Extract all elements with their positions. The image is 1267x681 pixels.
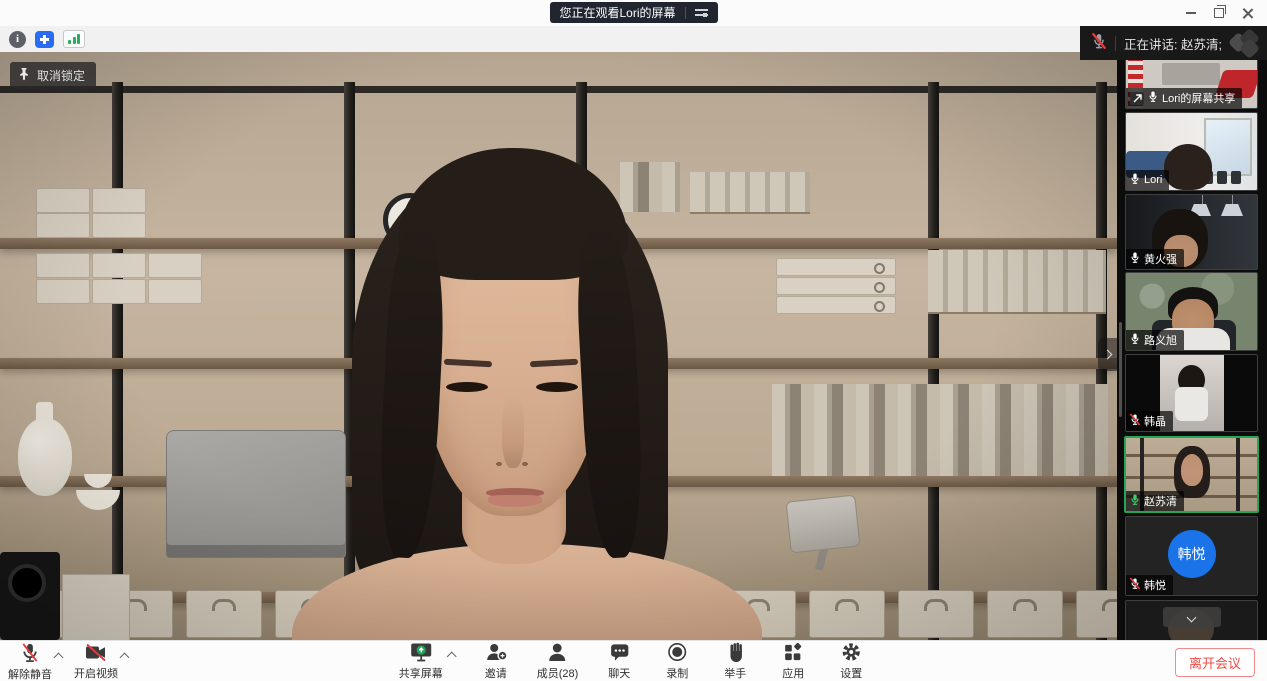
apps-grid-icon (783, 642, 803, 667)
invite-person-icon (485, 642, 507, 667)
participant-thumb-partial[interactable] (1125, 600, 1258, 640)
chat-label: 聊天 (608, 668, 630, 680)
share-screen-label: 共享屏幕 (399, 668, 443, 680)
app-logo-watermark (1229, 28, 1263, 58)
participants-sidebar: Lori的屏幕共享 Lori 黄火强 (1117, 52, 1267, 640)
minimize-button[interactable] (1177, 0, 1205, 26)
participant-thumb-huanghuoqiang[interactable]: 黄火强 (1125, 194, 1258, 270)
banner-menu-icon[interactable] (695, 8, 708, 18)
screen-share-icon (1130, 92, 1144, 105)
pin-icon (18, 67, 30, 84)
share-options-caret[interactable] (446, 651, 456, 661)
leave-meeting-button[interactable]: 离开会议 (1175, 648, 1255, 677)
scroll-down-button[interactable] (1163, 607, 1221, 627)
gear-icon (841, 642, 861, 667)
camera-off-icon (85, 643, 107, 667)
record-button[interactable]: 录制 (660, 642, 694, 680)
sidebar-collapse-tab[interactable] (1098, 338, 1117, 371)
mic-status-icon (1130, 332, 1140, 348)
main-video[interactable]: 取消锁定 (0, 52, 1117, 640)
camera-prop (0, 552, 60, 640)
participant-name: Lori (1144, 174, 1162, 186)
self-mic-muted-icon (1092, 33, 1106, 54)
participant-name: 韩晶 (1144, 413, 1166, 429)
video-preview (1126, 601, 1257, 640)
record-label: 录制 (666, 668, 688, 680)
speaking-now-label: 正在讲话: 赵苏清; (1124, 34, 1222, 53)
settings-button[interactable]: 设置 (834, 642, 868, 680)
unmute-button[interactable]: 解除静音 (8, 642, 52, 681)
settings-label: 设置 (840, 668, 862, 680)
mic-options-caret[interactable] (54, 653, 64, 663)
sidebar-scrollbar[interactable] (1119, 322, 1122, 417)
invite-button[interactable]: 邀请 (479, 642, 513, 680)
chevron-right-icon (1103, 350, 1113, 360)
mic-status-icon (1130, 172, 1140, 188)
raise-hand-button[interactable]: 举手 (718, 642, 752, 680)
close-icon (1242, 8, 1252, 18)
mic-muted-icon (1130, 577, 1140, 593)
restore-icon (1214, 8, 1224, 18)
network-signal-icon[interactable] (63, 30, 85, 48)
apps-button[interactable]: 应用 (776, 642, 810, 680)
mic-status-icon (1148, 90, 1158, 106)
participant-thumb-screen-share[interactable]: Lori的屏幕共享 (1125, 55, 1258, 109)
laptop-prop (166, 430, 346, 558)
members-person-icon (547, 642, 569, 667)
participant-thumb-hanjing[interactable]: 韩晶 (1125, 354, 1258, 432)
participant-thumb-luyixu[interactable]: 路义旭 (1125, 272, 1258, 351)
chat-button[interactable]: 聊天 (602, 642, 636, 680)
speaker-bar-divider (1115, 36, 1116, 51)
window-titlebar: 您正在观看Lori的屏幕 (0, 0, 1267, 27)
unpin-label: 取消锁定 (37, 67, 85, 84)
start-video-label: 开启视频 (74, 668, 118, 680)
meeting-info-bar: i (0, 26, 1267, 53)
restore-button[interactable] (1205, 0, 1233, 26)
mic-status-icon (1130, 251, 1140, 267)
share-screen-button[interactable]: 共享屏幕 (399, 642, 443, 680)
minimize-icon (1186, 12, 1196, 14)
raise-hand-label: 举手 (724, 668, 746, 680)
apps-label: 应用 (782, 668, 804, 680)
avatar: 韩悦 (1168, 530, 1216, 578)
mic-muted-icon (20, 642, 40, 668)
share-screen-icon (410, 642, 432, 667)
start-video-button[interactable]: 开启视频 (74, 643, 118, 680)
members-label: 成员(28) (537, 668, 579, 680)
tablet-prop (785, 494, 860, 553)
close-button[interactable] (1233, 0, 1261, 26)
unmute-label: 解除静音 (8, 669, 52, 681)
meeting-info-icon[interactable]: i (9, 31, 26, 48)
members-button[interactable]: 成员(28) (537, 642, 579, 680)
participant-name: 黄火强 (1144, 251, 1177, 267)
pill-divider (685, 7, 686, 19)
chat-bubble-icon (609, 642, 630, 667)
invite-label: 邀请 (485, 668, 507, 680)
viewing-banner-text: 您正在观看Lori的屏幕 (559, 4, 675, 21)
participant-thumb-hanyue[interactable]: 韩悦 韩悦 (1125, 516, 1258, 596)
unpin-button[interactable]: 取消锁定 (10, 62, 96, 89)
viewing-banner[interactable]: 您正在观看Lori的屏幕 (549, 2, 717, 23)
mic-muted-icon (1130, 413, 1140, 429)
video-options-caret[interactable] (120, 653, 130, 663)
active-speaker-bar: 正在讲话: 赵苏清; (1080, 26, 1267, 60)
raised-hand-icon (726, 642, 745, 667)
participant-name: 赵苏清 (1144, 493, 1177, 509)
binders (928, 250, 1106, 314)
mic-active-icon (1130, 493, 1140, 509)
participant-name: 路义旭 (1144, 332, 1177, 348)
participant-name: 韩悦 (1144, 577, 1166, 593)
participant-name: Lori的屏幕共享 (1162, 90, 1235, 106)
window-controls (1177, 0, 1261, 26)
security-shield-icon[interactable] (35, 31, 54, 48)
participant-thumb-zhaosuqing-active[interactable]: 赵苏清 (1124, 436, 1259, 513)
participant-thumb-lori[interactable]: Lori (1125, 112, 1258, 191)
handle-boxes (776, 258, 896, 276)
record-circle-icon (667, 642, 687, 667)
chevron-down-icon (1187, 612, 1197, 622)
books-row (772, 384, 1108, 476)
bottom-toolbar: 解除静音 开启视频 (0, 640, 1267, 681)
